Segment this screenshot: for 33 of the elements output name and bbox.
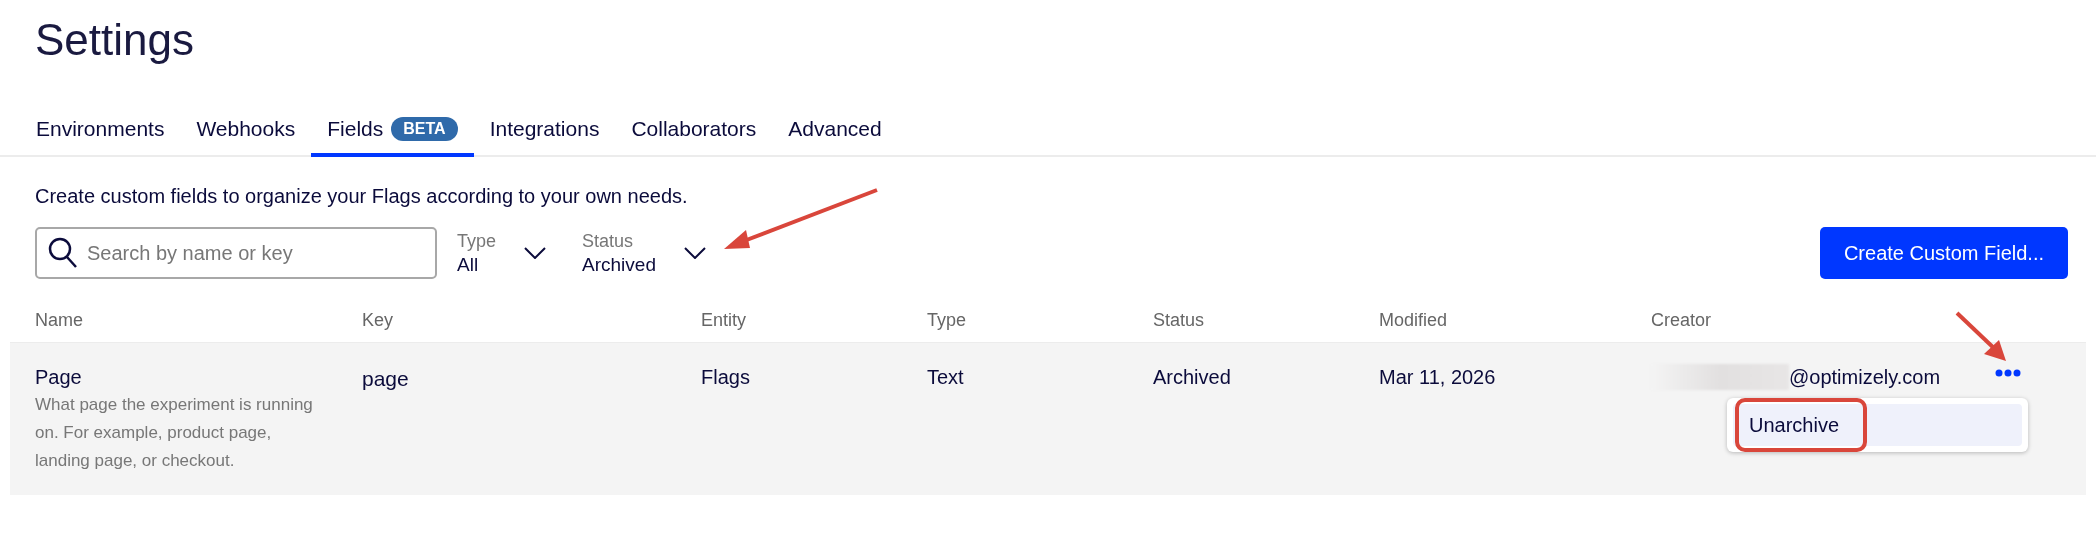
menu-item[interactable]: Unarchive [1733, 404, 2022, 446]
description-text: Create custom fields to organize your Flags according to your own needs. [34, 184, 689, 209]
column-header: Key [362, 309, 395, 332]
field-name: Page [35, 365, 83, 389]
tab[interactable]: Integrations [473, 104, 616, 157]
page-title: Settings [35, 14, 195, 66]
column-header: Modified [1379, 309, 1449, 332]
column-header: Status [1153, 309, 1206, 332]
table-cell-text: Text [927, 365, 965, 389]
tab[interactable]: Webhooks [180, 104, 312, 157]
creator-email: @optimizely.com [1789, 365, 1941, 390]
table-cell-text: page [362, 366, 410, 392]
tab[interactable]: Advanced [772, 104, 898, 157]
chevron-down-icon [524, 247, 547, 259]
table-cell-text: Archived [1153, 365, 1232, 389]
chevron-down-icon [683, 247, 706, 259]
create-custom-field-button[interactable]: Create Custom Field... [1819, 227, 2068, 279]
more-options-icon[interactable] [1995, 369, 2021, 377]
search-icon [48, 237, 78, 269]
beta-badge: BETA [391, 116, 458, 141]
filter-dropdown[interactable]: Status Archived [582, 229, 706, 277]
tab[interactable]: Environments [20, 104, 181, 157]
column-header: Name [35, 309, 84, 332]
table-cell-text: Mar 11, 2026 [1379, 365, 1497, 389]
column-header: Entity [701, 309, 748, 332]
column-header: Creator [1651, 309, 1713, 332]
search-field[interactable]: Search by name or key [35, 227, 437, 279]
column-header: Type [927, 309, 968, 332]
tab[interactable]: Fields BETA [311, 104, 474, 157]
filter-dropdown[interactable]: Type All [457, 229, 547, 277]
tab[interactable]: Collaborators [615, 104, 773, 157]
table-cell-text: Flags [701, 365, 751, 389]
field-description: What page the experiment is running on. For example, product page, landing page, or checkout. [35, 394, 314, 472]
